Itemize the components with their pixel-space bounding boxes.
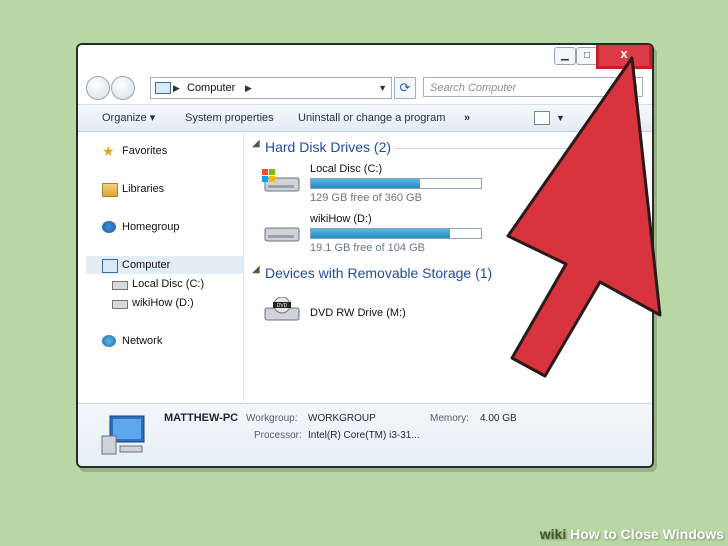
breadcrumb-arrow-icon[interactable]: ▶: [245, 78, 252, 98]
workgroup-label: Workgroup:: [246, 413, 298, 424]
computer-name: MATTHEW-PC: [164, 412, 239, 424]
search-input[interactable]: Search Computer ⚲: [423, 77, 643, 97]
workgroup-value: WORKGROUP: [308, 413, 376, 424]
refresh-button[interactable]: ⟳: [394, 77, 416, 99]
close-button[interactable]: x: [596, 45, 652, 69]
group-divider: [394, 148, 634, 149]
computer-icon: [101, 415, 145, 455]
star-icon: ★: [102, 143, 115, 159]
sidebar-item-computer[interactable]: Computer: [86, 256, 243, 274]
drive-icon: [112, 281, 128, 290]
drive-free-space: 19.1 GB free of 104 GB: [310, 242, 425, 254]
processor-label: Processor:: [254, 430, 302, 441]
memory-value: 4.00 GB: [480, 413, 517, 424]
processor-value: Intel(R) Core(TM) i3-31...: [308, 430, 420, 441]
explorer-window: ▁ □ x ▶ Computer ▶ ▼ ⟳ Search Computer ⚲…: [76, 43, 654, 468]
removable-storage-header[interactable]: Devices with Removable Storage (1): [265, 265, 492, 281]
drive-usage-fill: [311, 179, 420, 188]
chevron-down-icon[interactable]: ▼: [556, 105, 565, 131]
more-commands-button[interactable]: »: [464, 105, 470, 131]
sidebar-item-label: Favorites: [122, 145, 168, 157]
view-options-icon[interactable]: [534, 111, 550, 125]
drive-usage-fill: [311, 229, 451, 238]
navigation-pane: ★ Favorites Libraries Homegroup Computer…: [78, 131, 244, 401]
drive-local-disc[interactable]: Local Disc (C:) 129 GB free of 360 GB: [262, 163, 522, 207]
details-pane: MATTHEW-PC Workgroup: WORKGROUP Memory: …: [78, 403, 652, 466]
drive-usage-bar: [310, 178, 482, 189]
memory-label: Memory:: [430, 413, 469, 424]
drive-icon: [112, 300, 128, 309]
minimize-button[interactable]: ▁: [554, 47, 576, 65]
breadcrumb-arrow-icon[interactable]: ▶: [173, 78, 180, 98]
drive-name: wikiHow (D:): [310, 213, 372, 225]
hard-disk-drives-header[interactable]: Hard Disk Drives (2): [265, 139, 391, 155]
collapse-arrow-icon[interactable]: ◢: [252, 138, 260, 149]
drive-dvd[interactable]: DVD DVD RW Drive (M:): [262, 297, 462, 337]
organize-button[interactable]: Organize ▾: [102, 105, 155, 131]
chevron-down-icon[interactable]: ▼: [378, 78, 387, 98]
sidebar-item-label: Homegroup: [122, 221, 180, 233]
search-placeholder: Search Computer: [430, 82, 517, 94]
sidebar-item-label: Computer: [122, 259, 171, 271]
drive-name: DVD RW Drive (M:): [310, 307, 406, 319]
sidebar-item-label: Network: [122, 335, 163, 347]
dvd-label: DVD: [277, 303, 288, 309]
address-bar[interactable]: ▶ Computer ▶ ▼: [150, 77, 392, 99]
sidebar-item-label: Libraries: [122, 183, 165, 195]
drive-name: Local Disc (C:): [310, 163, 383, 175]
computer-icon: [155, 82, 171, 94]
caption-brand: wiki: [539, 526, 567, 542]
forward-button[interactable]: [111, 76, 135, 100]
homegroup-icon: [102, 221, 116, 233]
breadcrumb-computer[interactable]: Computer: [187, 78, 235, 98]
computer-icon: [102, 259, 118, 273]
system-drive-icon: [262, 169, 300, 192]
system-properties-button[interactable]: System properties: [185, 105, 274, 131]
drive-usage-bar: [310, 228, 482, 239]
back-button[interactable]: [86, 76, 110, 100]
command-bar: Organize ▾ System properties Uninstall o…: [78, 104, 652, 132]
search-icon[interactable]: ⚲: [629, 78, 638, 98]
maximize-button[interactable]: □: [576, 47, 598, 65]
title-bar: ▁ □ x: [78, 45, 652, 70]
refresh-icon: ⟳: [399, 80, 411, 95]
uninstall-program-button[interactable]: Uninstall or change a program: [298, 105, 445, 131]
library-icon: [102, 183, 118, 197]
address-row: ▶ Computer ▶ ▼ ⟳ Search Computer ⚲: [78, 72, 652, 102]
content-pane: Hard Disk Drives (2) ◢ Local Disc (C:) 1…: [244, 131, 652, 401]
dvd-drive-icon: DVD: [264, 297, 300, 321]
drive-icon: [264, 227, 300, 242]
drive-free-space: 129 GB free of 360 GB: [310, 192, 422, 204]
sidebar-item-label: Local Disc (C:): [132, 278, 205, 290]
caption: wiki How to Close Windows: [540, 526, 724, 542]
drive-wikihow[interactable]: wikiHow (D:) 19.1 GB free of 104 GB: [262, 213, 522, 257]
caption-title: How to Close Windows: [570, 526, 724, 542]
sidebar-item-label: wikiHow (D:): [132, 297, 194, 309]
network-icon: [102, 335, 116, 347]
collapse-arrow-icon[interactable]: ◢: [252, 264, 260, 275]
